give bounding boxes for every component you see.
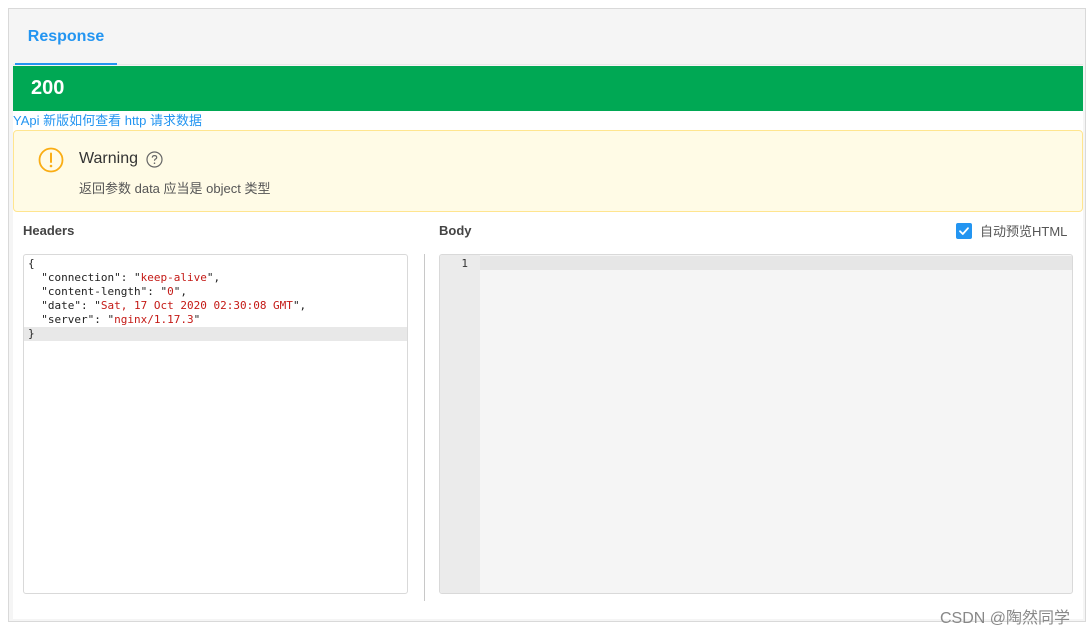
question-circle-icon[interactable] xyxy=(146,150,163,168)
status-code: 200 xyxy=(31,77,65,99)
code-line: "connection": "keep-alive", xyxy=(28,271,221,284)
auto-preview-label: 自动预览HTML xyxy=(980,224,1068,239)
status-code-bar: 200 xyxy=(13,66,1083,111)
help-link[interactable]: YApi 新版如何查看 http 请求数据 xyxy=(13,112,202,130)
panel-divider[interactable] xyxy=(424,254,425,601)
body-label: Body xyxy=(439,223,472,238)
tab-response[interactable]: Response xyxy=(15,9,117,65)
warning-icon xyxy=(38,147,64,173)
line-number-gutter: 1 xyxy=(440,255,480,593)
response-content: 200 YApi 新版如何查看 http 请求数据 Warning 返回参数 d… xyxy=(13,66,1083,619)
headers-code-editor[interactable]: { "connection": "keep-alive", "content-l… xyxy=(23,254,408,594)
alert-title: Warning xyxy=(79,150,163,168)
code-line: "server": "nginx/1.17.3" xyxy=(28,313,201,326)
check-icon xyxy=(959,226,969,235)
active-line-highlight xyxy=(480,256,1072,270)
body-code-editor[interactable]: 1 xyxy=(439,254,1073,594)
alert-description: 返回参数 data 应当是 object 类型 xyxy=(79,181,271,196)
code-line: "content-length": "0", xyxy=(28,285,187,298)
tab-bar: Response xyxy=(13,9,1083,65)
headers-label: Headers xyxy=(23,223,75,238)
watermark: CSDN @陶然同学 xyxy=(940,610,1071,627)
tab-active-indicator xyxy=(15,63,117,65)
auto-preview-checkbox[interactable] xyxy=(956,222,972,239)
warning-alert: Warning 返回参数 data 应当是 object 类型 xyxy=(13,130,1083,212)
response-panel: Response 200 YApi 新版如何查看 http 请求数据 Warni… xyxy=(8,8,1086,622)
code-line: "date": "Sat, 17 Oct 2020 02:30:08 GMT", xyxy=(28,299,307,312)
alert-title-text: Warning xyxy=(79,150,138,167)
auto-preview-html-toggle[interactable]: 自动预览HTML xyxy=(956,221,1067,240)
code-line-active: } xyxy=(24,327,407,341)
line-number: 1 xyxy=(461,257,468,270)
code-line: { xyxy=(28,257,35,270)
